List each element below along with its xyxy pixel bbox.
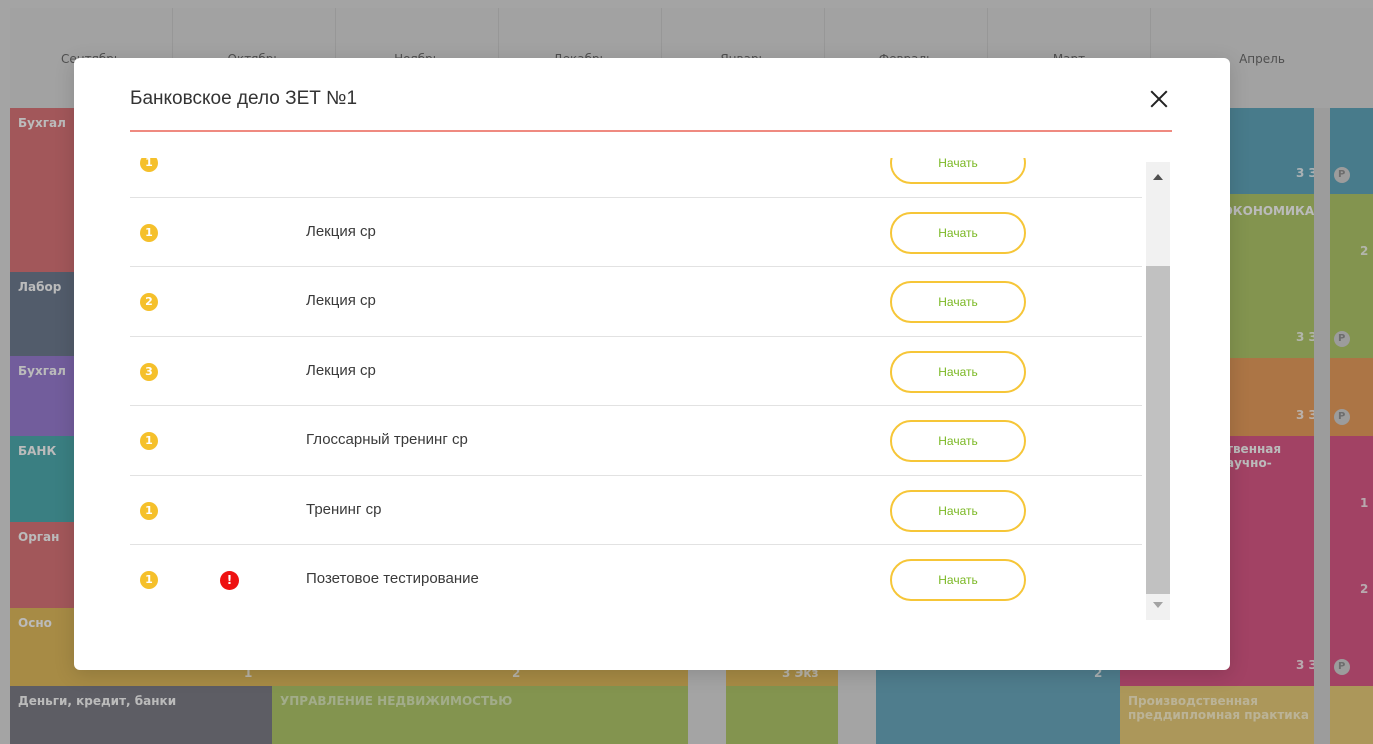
order-badge: 2 <box>140 293 158 311</box>
modal-header: Банковское дело ЗЕТ №1 <box>130 80 1172 132</box>
start-button[interactable]: Начать <box>890 350 1026 393</box>
order-badge: 1 <box>140 571 158 589</box>
modal-title: Банковское дело ЗЕТ №1 <box>130 88 358 109</box>
course-modal: Банковское дело ЗЕТ №1 1 Начать 1 Лекция… <box>74 58 1230 670</box>
order-badge: 3 <box>140 362 158 381</box>
task-label: Лекция ср <box>306 222 376 240</box>
order-badge: 1 <box>140 432 158 450</box>
start-button[interactable]: Начать <box>890 281 1026 323</box>
start-button[interactable]: Начать <box>890 489 1026 532</box>
start-button[interactable]: Начать <box>890 211 1026 254</box>
start-button[interactable]: Начать <box>890 158 1026 184</box>
start-button[interactable]: Начать <box>890 559 1026 601</box>
list-item: 2 Лекция ср Начать <box>130 267 1142 337</box>
scroll-up-icon[interactable] <box>1153 174 1163 180</box>
alert-icon: ! <box>220 571 239 590</box>
close-icon[interactable] <box>1146 86 1172 112</box>
scrollbar-thumb[interactable] <box>1146 266 1170 594</box>
list-item: 1 Глоссарный тренинг ср Начать <box>130 406 1142 476</box>
task-label: Глоссарный тренинг ср <box>306 431 468 448</box>
task-label: Лекция ср <box>306 292 376 309</box>
start-button[interactable]: Начать <box>890 420 1026 462</box>
task-label: Позетовое тестирование <box>306 570 479 587</box>
list-item: 1 Начать <box>130 158 1142 198</box>
list-item: 1 Лекция ср Начать <box>130 198 1142 267</box>
scroll-down-icon[interactable] <box>1153 602 1163 608</box>
order-badge: 1 <box>140 501 158 520</box>
scrollbar[interactable] <box>1146 162 1170 620</box>
list-item: 1 ! Позетовое тестирование Начать <box>130 545 1142 615</box>
task-list[interactable]: 1 Начать 1 Лекция ср Начать 2 Лекция ср … <box>130 158 1172 622</box>
order-badge: 1 <box>140 223 158 242</box>
task-label: Лекция ср <box>306 361 376 379</box>
task-label: Тренинг ср <box>306 500 382 518</box>
list-item: 1 Тренинг ср Начать <box>130 476 1142 545</box>
list-item: 3 Лекция ср Начать <box>130 337 1142 406</box>
order-badge: 1 <box>140 158 158 172</box>
